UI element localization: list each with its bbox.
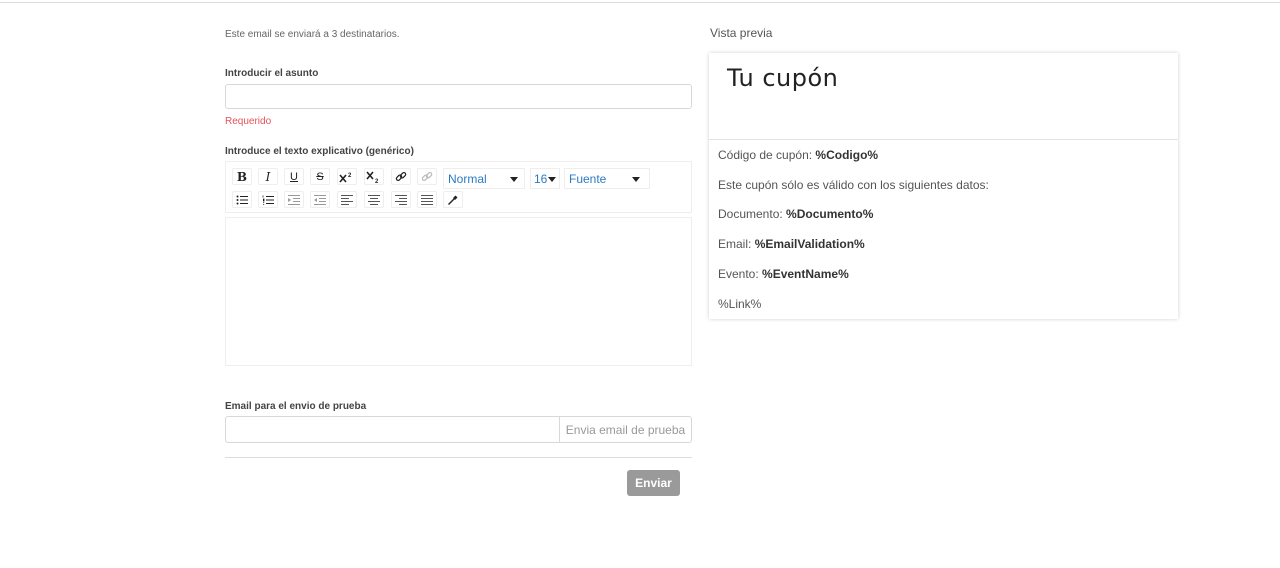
- bold-button[interactable]: B: [232, 168, 252, 185]
- align-right-button[interactable]: [391, 191, 411, 208]
- align-left-icon: [341, 194, 353, 205]
- preview-card: Tu cupón Código de cupón: %Codigo% Este …: [709, 53, 1178, 319]
- unordered-list-button[interactable]: [232, 191, 252, 208]
- align-left-button[interactable]: [337, 191, 357, 208]
- recipients-info: Este email se enviará a 3 destinatarios.: [225, 29, 400, 40]
- numbered-list-icon: [262, 195, 274, 205]
- chevron-down-icon: [510, 177, 518, 182]
- eyedropper-icon: [448, 195, 458, 205]
- italic-button[interactable]: I: [258, 168, 278, 185]
- preview-separator: [709, 139, 1178, 140]
- test-email-group: Envia email de prueba: [225, 416, 692, 443]
- align-justify-icon: [421, 194, 433, 205]
- preview-line-document: Documento: %Documento%: [718, 207, 874, 221]
- unlink-button[interactable]: [417, 168, 437, 185]
- subject-input[interactable]: [225, 84, 692, 109]
- subscript-button[interactable]: 2: [364, 168, 384, 185]
- align-center-icon: [368, 194, 380, 205]
- outdent-button[interactable]: [310, 191, 330, 208]
- subject-label: Introducir el asunto: [225, 68, 319, 79]
- superscript-icon: 2: [339, 173, 352, 183]
- test-email-input[interactable]: [225, 416, 560, 443]
- font-select-value: Fuente: [569, 172, 607, 186]
- test-email-label: Email para el envio de prueba: [225, 401, 367, 412]
- preview-title: Tu cupón: [727, 64, 839, 92]
- ordered-list-button[interactable]: [258, 191, 278, 208]
- send-button[interactable]: Enviar: [627, 470, 680, 496]
- form-divider: [225, 457, 692, 458]
- size-select[interactable]: 16: [530, 168, 560, 189]
- svg-text:2: 2: [375, 179, 379, 183]
- svg-text:2: 2: [348, 173, 352, 179]
- editor-toolbar: B I U S 2 2 Normal 16 Fuente: [225, 161, 692, 213]
- font-select[interactable]: Fuente: [564, 168, 650, 189]
- format-select-value: Normal: [448, 172, 487, 186]
- chevron-down-icon: [548, 177, 556, 182]
- send-test-email-button[interactable]: Envia email de prueba: [559, 416, 692, 443]
- format-select[interactable]: Normal: [443, 168, 525, 189]
- required-message: Requerido: [225, 116, 272, 127]
- align-center-button[interactable]: [364, 191, 384, 208]
- subscript-icon: 2: [366, 170, 379, 183]
- body-editor[interactable]: [225, 217, 692, 366]
- link-icon: [395, 171, 407, 181]
- preview-line-email: Email: %EmailValidation%: [718, 237, 865, 251]
- indent-button[interactable]: [284, 191, 304, 208]
- chevron-down-icon: [632, 177, 640, 182]
- preview-line-link: %Link%: [718, 297, 762, 311]
- size-select-value: 16: [534, 172, 548, 186]
- top-divider: [0, 2, 1280, 3]
- preview-line-event: Evento: %EventName%: [718, 267, 849, 281]
- indent-icon: [288, 194, 300, 205]
- body-label: Introduce el texto explicativo (genérico…: [225, 146, 414, 157]
- preview-label: Vista previa: [710, 26, 773, 40]
- preview-line-validity: Este cupón sólo es válido con los siguie…: [718, 178, 989, 192]
- link-button[interactable]: [391, 168, 411, 185]
- preview-line-coupon: Código de cupón: %Codigo%: [718, 148, 879, 162]
- align-right-icon: [395, 194, 407, 205]
- superscript-button[interactable]: 2: [337, 168, 357, 185]
- strikethrough-button[interactable]: S: [310, 168, 330, 185]
- align-justify-button[interactable]: [417, 191, 437, 208]
- bullet-list-icon: [236, 195, 248, 204]
- color-picker-button[interactable]: [443, 191, 463, 208]
- outdent-icon: [314, 194, 326, 205]
- underline-button[interactable]: U: [284, 168, 304, 185]
- unlink-icon: [421, 171, 433, 181]
